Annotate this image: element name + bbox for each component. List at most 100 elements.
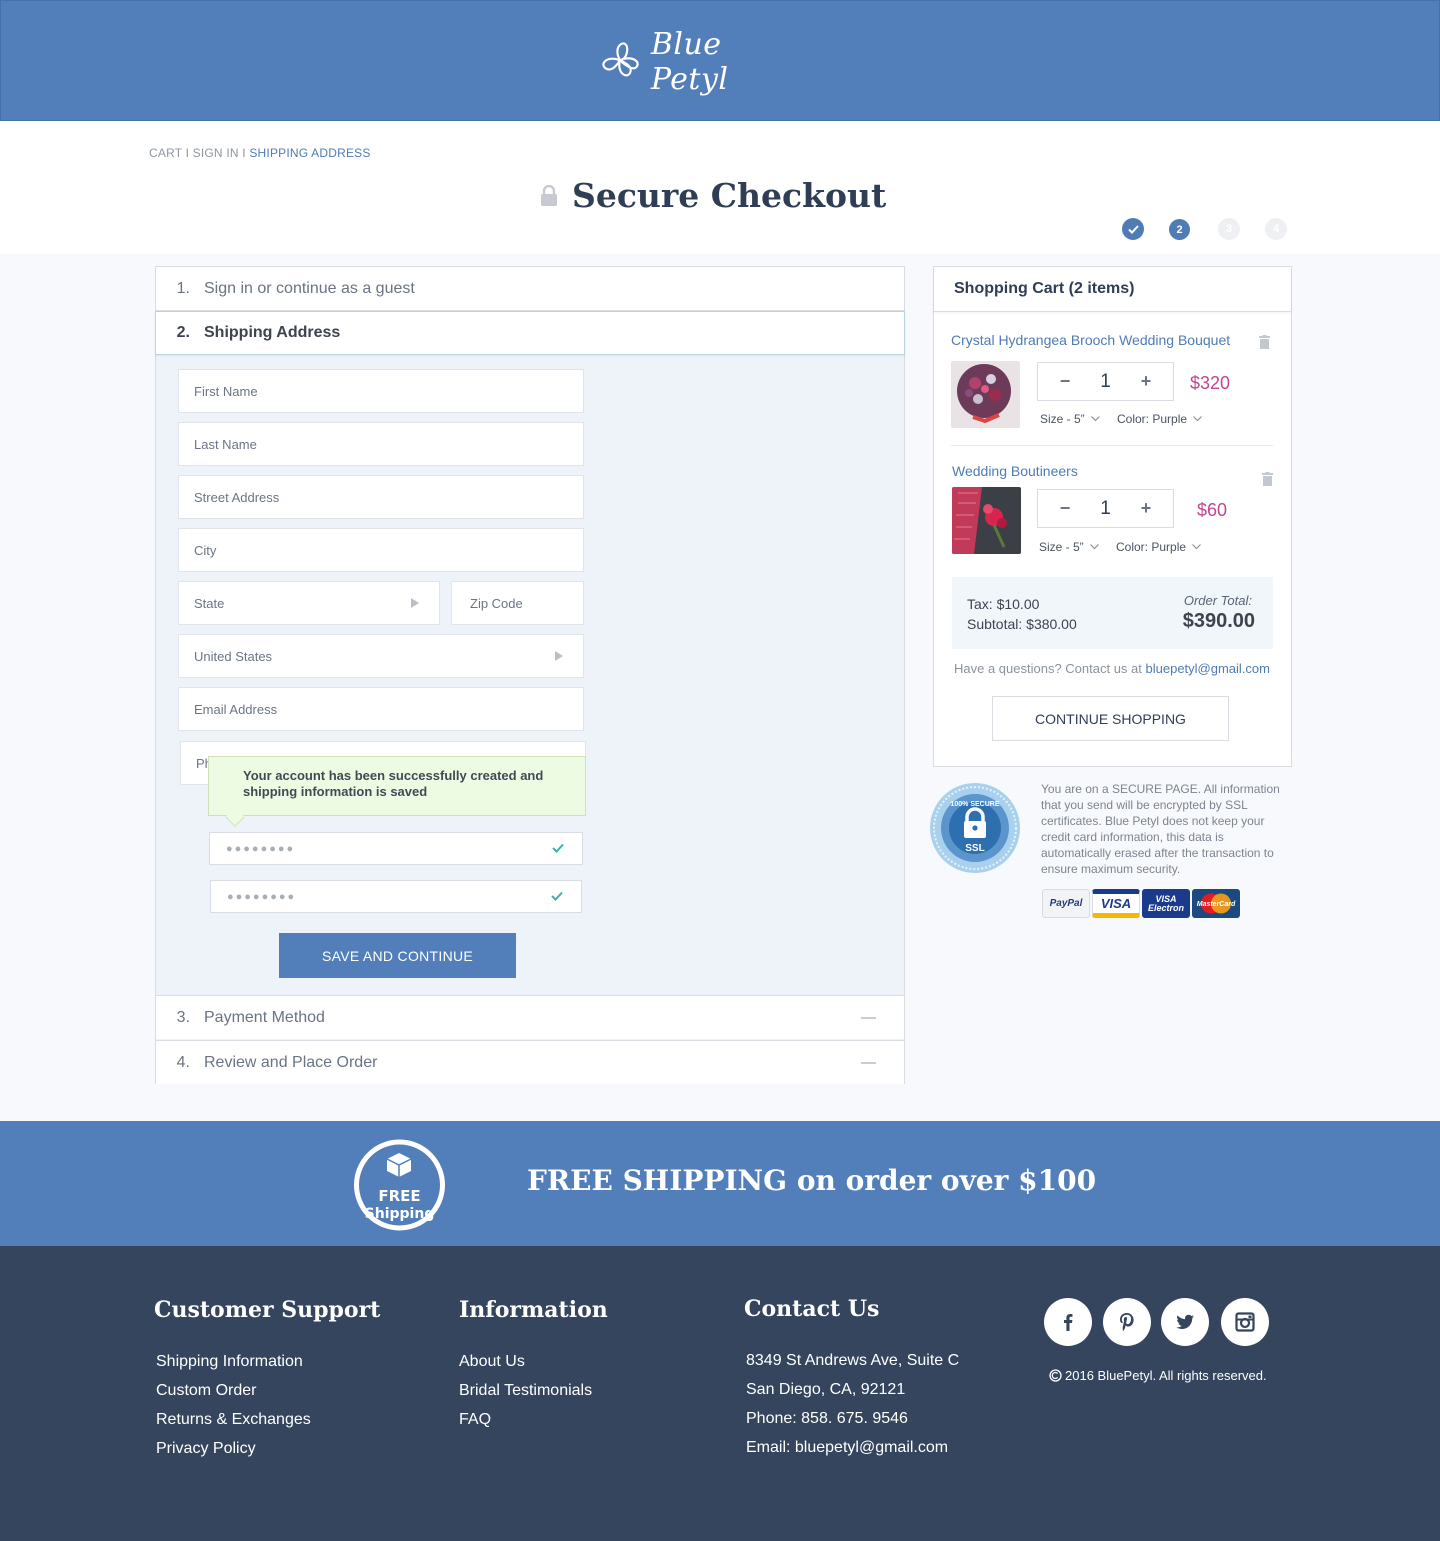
facebook-button[interactable] [1044, 1298, 1092, 1346]
copyright-text: 2016 BluePetyl. All rights reserved. [1065, 1368, 1267, 1383]
order-total-label: Order Total: [1183, 593, 1252, 608]
step-indicator-3: 3 [1218, 218, 1240, 240]
footer-heading: Customer Support [154, 1297, 381, 1323]
bouquet-image [951, 361, 1020, 428]
instagram-button[interactable] [1221, 1298, 1269, 1346]
city-placeholder: City [194, 542, 217, 558]
order-total-amount: $390.00 [1182, 610, 1255, 632]
contact-email-link[interactable]: bluepetyl@gmail.com [1146, 661, 1270, 676]
step-indicator-2: 2 [1169, 219, 1190, 240]
email-placeholder: Email Address [194, 701, 278, 717]
site-header: Blue Petyl [0, 0, 1440, 121]
size-value: Size - 5” [1039, 540, 1084, 554]
last-name-placeholder: Last Name [194, 436, 257, 452]
step-number: 3. [176, 1008, 190, 1026]
footer-link-faq[interactable]: FAQ [459, 1405, 608, 1434]
footer-contact: Contact Us 8349 St Andrews Ave, Suite C … [744, 1296, 959, 1462]
country-select[interactable]: United States [178, 634, 584, 678]
footer-link-testimonials[interactable]: Bridal Testimonials [459, 1376, 608, 1405]
secure-page-notice: You are on a SECURE PAGE. All informatio… [1041, 782, 1280, 876]
copyright-icon [1049, 1369, 1062, 1382]
ssl-secure-badge-icon: SSL 100% SECURE [930, 783, 1020, 873]
first-name-placeholder: First Name [194, 383, 258, 399]
size-dropdown[interactable]: Size - 5” [1039, 540, 1099, 554]
accordion-step-shipping[interactable]: 2. Shipping Address [155, 311, 905, 355]
breadcrumb: CART I SIGN IN I SHIPPING ADDRESS [149, 146, 371, 160]
trash-icon[interactable] [1259, 335, 1270, 349]
flower-logo-icon [602, 42, 639, 77]
valid-check-icon [552, 843, 564, 853]
decrease-qty-button[interactable]: − [1058, 498, 1072, 519]
step-indicator-1-complete [1122, 218, 1144, 240]
boutineer-image [952, 487, 1021, 554]
brand-logo[interactable]: Blue Petyl [593, 23, 793, 101]
accepted-payment-cards: PayPal VISA VISA Electron MasterCard [1042, 889, 1240, 918]
size-dropdown[interactable]: Size - 5” [1040, 412, 1100, 426]
trash-icon[interactable] [1262, 472, 1273, 486]
twitter-button[interactable] [1161, 1298, 1209, 1346]
contact-email[interactable]: Email: bluepetyl@gmail.com [746, 1433, 959, 1462]
product-thumbnail-boutineer[interactable] [952, 487, 1021, 554]
caret-right-icon [555, 651, 563, 661]
chevron-down-icon [1090, 416, 1100, 422]
last-name-field[interactable]: Last Name [178, 422, 584, 466]
color-dropdown[interactable]: Color: Purple [1117, 412, 1202, 426]
collapse-icon [861, 1017, 876, 1019]
step-label: Sign in or continue as a guest [204, 279, 415, 297]
contact-address-line2: San Diego, CA, 92121 [746, 1381, 906, 1398]
street-address-field[interactable]: Street Address [178, 475, 584, 519]
save-and-continue-button[interactable]: SAVE AND CONTINUE [279, 933, 516, 978]
state-select[interactable]: State [178, 581, 440, 625]
continue-shopping-button[interactable]: CONTINUE SHOPPING [992, 696, 1229, 741]
cart-item-name[interactable]: Wedding Boutineers [952, 463, 1078, 479]
site-footer: Customer Support Shipping Information Cu… [0, 1246, 1440, 1541]
mastercard-card-icon: MasterCard [1192, 889, 1240, 918]
first-name-field[interactable]: First Name [178, 369, 584, 413]
accordion-step-signin[interactable]: 1. Sign in or continue as a guest [156, 267, 904, 311]
footer-link-custom-order[interactable]: Custom Order [156, 1376, 380, 1405]
quantity-stepper[interactable]: − 1 + [1037, 362, 1174, 401]
footer-link-privacy[interactable]: Privacy Policy [156, 1434, 380, 1463]
footer-link-shipping-info[interactable]: Shipping Information [156, 1347, 380, 1376]
step-label: Payment Method [204, 1008, 325, 1026]
increase-qty-button[interactable]: + [1139, 371, 1153, 392]
accordion-step-payment[interactable]: 3. Payment Method [156, 995, 904, 1039]
decrease-qty-button[interactable]: − [1058, 371, 1072, 392]
footer-link-returns[interactable]: Returns & Exchanges [156, 1405, 380, 1434]
email-field[interactable]: Email Address [178, 687, 584, 731]
checkout-accordion: 1. Sign in or continue as a guest 2. Shi… [155, 266, 905, 1084]
step-number: 1. [176, 279, 190, 297]
step-indicator-4: 4 [1265, 218, 1287, 240]
breadcrumb-signin[interactable]: SIGN IN I [193, 146, 246, 160]
cart-item-name[interactable]: Crystal Hydrangea Brooch Wedding Bouquet [951, 332, 1230, 348]
ship-icon-top: FREE [378, 1187, 420, 1205]
step-number: 4. [176, 1053, 190, 1071]
footer-link-about[interactable]: About Us [459, 1347, 608, 1376]
twitter-icon [1176, 1314, 1194, 1329]
collapse-icon [861, 1062, 876, 1064]
password-field[interactable]: ●●●●●●●● [209, 832, 583, 865]
increase-qty-button[interactable]: + [1139, 498, 1153, 519]
step-label: Review and Place Order [204, 1053, 378, 1071]
visa-card-icon: VISA [1092, 889, 1140, 918]
confirm-password-field[interactable]: ●●●●●●●● [210, 880, 582, 913]
size-value: Size - 5” [1040, 412, 1085, 426]
accordion-step-review[interactable]: 4. Review and Place Order [156, 1040, 904, 1084]
color-dropdown[interactable]: Color: Purple [1116, 540, 1201, 554]
quantity-value: 1 [1100, 370, 1111, 392]
product-thumbnail-bouquet[interactable] [951, 361, 1020, 428]
footer-heading: Contact Us [744, 1296, 880, 1322]
contact-question: Have a questions? Contact us at bluepety… [954, 661, 1270, 676]
caret-right-icon [411, 598, 419, 608]
confirm-password-mask: ●●●●●●●● [227, 890, 297, 903]
item-price: $320 [1190, 373, 1231, 393]
quantity-stepper[interactable]: − 1 + [1037, 489, 1174, 528]
breadcrumb-cart[interactable]: CART I [149, 146, 189, 160]
pinterest-button[interactable] [1103, 1298, 1151, 1346]
cart-title: Shopping Cart (2 items) [934, 267, 1291, 312]
city-field[interactable]: City [178, 528, 584, 572]
zip-code-field[interactable]: Zip Code [451, 581, 584, 625]
secure-label: 100% SECURE [950, 801, 999, 808]
valid-check-icon [551, 891, 563, 901]
street-placeholder: Street Address [194, 489, 280, 505]
